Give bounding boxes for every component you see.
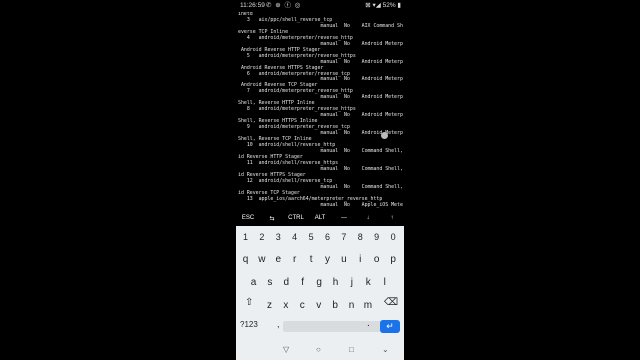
extra-key[interactable]: ⇆	[260, 215, 284, 222]
hide-keyboard-icon[interactable]: ⌄	[382, 345, 389, 354]
key-j[interactable]: j	[344, 273, 359, 292]
key-t[interactable]: t	[304, 250, 319, 269]
key-n[interactable]: n	[344, 296, 359, 315]
symbols-key[interactable]: ?123	[240, 320, 258, 329]
status-time: 11:26:59	[240, 2, 265, 9]
key-p[interactable]: p	[386, 250, 401, 269]
key-5[interactable]: 5	[304, 228, 319, 247]
key-h[interactable]: h	[328, 273, 343, 292]
terminal-line: manual No Apple_iOS Meterprete	[238, 201, 403, 208]
extra-key[interactable]: ESC	[236, 215, 260, 221]
key-s[interactable]: s	[262, 273, 277, 292]
extra-key[interactable]: ↓	[356, 215, 380, 221]
key-v[interactable]: v	[311, 296, 326, 315]
key-f[interactable]: f	[295, 273, 310, 292]
extra-key[interactable]: ALT	[308, 215, 332, 221]
key-3[interactable]: 3	[271, 228, 286, 247]
terminal-output[interactable]: inetd 3 aix/ppc/shell_reverse_tcp manual…	[238, 12, 403, 208]
back-icon[interactable]: ▽	[283, 345, 289, 354]
key-u[interactable]: u	[336, 250, 351, 269]
key-4[interactable]: 4	[287, 228, 302, 247]
backspace-key[interactable]: ⌫	[384, 297, 398, 308]
key-r[interactable]: r	[287, 250, 302, 269]
phone-screen: 11:26:59 ✆ ⊕ ⓕ ◎ ⊠ ▾◢ 52% ▮ inetd 3 aix/…	[236, 0, 404, 360]
key-row-1: qwertyuiop	[236, 250, 404, 271]
key-q[interactable]: q	[238, 250, 253, 269]
key-e[interactable]: e	[271, 250, 286, 269]
key-o[interactable]: o	[369, 250, 384, 269]
shift-key[interactable]: ⇧	[245, 297, 253, 308]
space-bar[interactable]	[283, 321, 393, 332]
notification-icons: ✆ ⊕ ⓕ ◎	[266, 2, 302, 9]
period-key[interactable]: .	[367, 318, 370, 329]
enter-key[interactable]: ↵	[380, 320, 400, 333]
key-7[interactable]: 7	[336, 228, 351, 247]
key-y[interactable]: y	[320, 250, 335, 269]
extra-key[interactable]: ↑	[380, 215, 404, 221]
key-b[interactable]: b	[328, 296, 343, 315]
extra-keys-row: ESC ⇆ CTRL ALT — ↓ ↑	[236, 210, 404, 226]
status-bar: 11:26:59 ✆ ⊕ ⓕ ◎ ⊠ ▾◢ 52% ▮	[236, 0, 404, 12]
key-c[interactable]: c	[295, 296, 310, 315]
soft-keyboard: 1234567890 qwertyuiop asdfghjkl zxcvbnm …	[236, 226, 404, 341]
key-a[interactable]: a	[246, 273, 261, 292]
key-m[interactable]: m	[360, 296, 375, 315]
key-g[interactable]: g	[312, 273, 327, 292]
status-right-icons: ⊠ ▾◢ 52% ▮	[365, 2, 401, 9]
key-l[interactable]: l	[377, 273, 392, 292]
key-w[interactable]: w	[254, 250, 269, 269]
key-d[interactable]: d	[279, 273, 294, 292]
key-0[interactable]: 0	[386, 228, 401, 247]
key-row-2: asdfghjkl	[236, 273, 404, 294]
key-k[interactable]: k	[361, 273, 376, 292]
key-9[interactable]: 9	[369, 228, 384, 247]
key-6[interactable]: 6	[320, 228, 335, 247]
key-z[interactable]: z	[262, 296, 277, 315]
recents-icon[interactable]: □	[349, 345, 354, 354]
number-row: 1234567890	[236, 228, 404, 249]
comma-key[interactable]: ,	[277, 319, 280, 329]
touch-indicator	[381, 132, 388, 139]
key-row-3: zxcvbnm	[236, 296, 404, 317]
key-i[interactable]: i	[353, 250, 368, 269]
extra-key[interactable]: CTRL	[284, 215, 308, 221]
navigation-bar: ▽ ○ □ ⌄	[236, 341, 404, 360]
home-icon[interactable]: ○	[316, 345, 321, 354]
key-x[interactable]: x	[278, 296, 293, 315]
key-1[interactable]: 1	[238, 228, 253, 247]
extra-key[interactable]: —	[332, 215, 356, 221]
key-2[interactable]: 2	[254, 228, 269, 247]
key-8[interactable]: 8	[353, 228, 368, 247]
